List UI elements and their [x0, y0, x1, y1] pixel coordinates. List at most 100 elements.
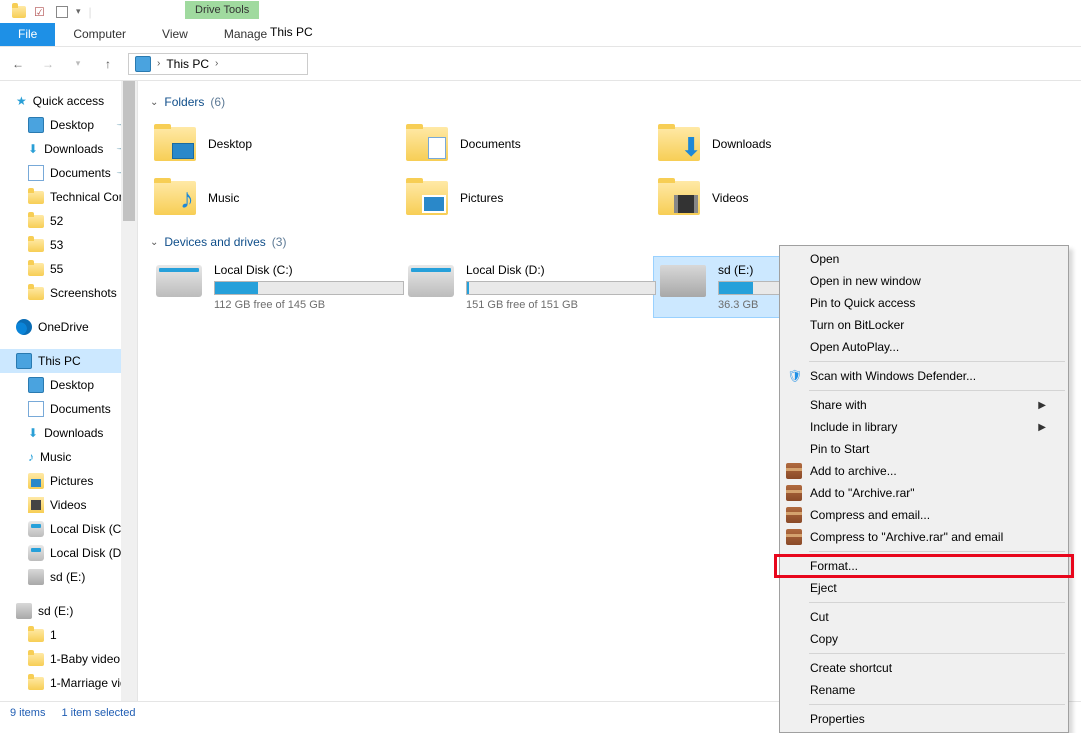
- qat-dropdown-icon[interactable]: ▾: [76, 6, 81, 17]
- sidebar-item[interactable]: Desktop: [0, 373, 137, 397]
- context-menu-item[interactable]: Open AutoPlay...: [782, 336, 1066, 358]
- folder-item[interactable]: ⬇ Downloads: [654, 117, 906, 171]
- context-menu-item[interactable]: Add to "Archive.rar": [782, 482, 1066, 504]
- folder-item[interactable]: Desktop: [150, 117, 402, 171]
- sidebar-item[interactable]: Technical Content 📌: [0, 185, 137, 209]
- sidebar-item[interactable]: Videos: [0, 493, 137, 517]
- section-folders[interactable]: ⌄ Folders (6): [150, 95, 1069, 109]
- this-pc-icon: [16, 353, 32, 369]
- sidebar-item[interactable]: sd (E:): [0, 565, 137, 589]
- sidebar-this-pc[interactable]: This PC: [0, 349, 137, 373]
- sidebar-item-label: Documents: [50, 166, 111, 180]
- drive-item[interactable]: Local Disk (C:) 112 GB free of 145 GB: [150, 257, 402, 317]
- tab-view[interactable]: View: [144, 23, 206, 46]
- context-menu-label: Format...: [810, 559, 858, 573]
- context-menu-label: Open: [810, 252, 839, 266]
- context-menu-item[interactable]: Open in new window: [782, 270, 1066, 292]
- chevron-down-icon: ⌄: [150, 97, 158, 108]
- context-menu-label: Include in library: [810, 420, 897, 434]
- context-menu-item[interactable]: Copy: [782, 628, 1066, 650]
- rar-icon: [786, 463, 802, 479]
- context-menu-item[interactable]: Compress to "Archive.rar" and email: [782, 526, 1066, 548]
- sidebar-item[interactable]: ⬇ Downloads 📌: [0, 137, 137, 161]
- context-menu-item[interactable]: Share with▶: [782, 394, 1066, 416]
- folder-item[interactable]: Videos: [654, 171, 906, 225]
- folder-item[interactable]: Documents: [402, 117, 654, 171]
- nav-forward-button[interactable]: →: [38, 54, 58, 74]
- sidebar-item[interactable]: 1: [0, 623, 137, 647]
- qat-properties-icon[interactable]: ☑: [34, 5, 48, 19]
- address-bar[interactable]: › This PC ›: [128, 53, 308, 75]
- context-menu-separator: [809, 653, 1065, 654]
- tab-file[interactable]: File: [0, 23, 55, 46]
- context-menu-item[interactable]: Open: [782, 248, 1066, 270]
- sidebar-item[interactable]: 55: [0, 257, 137, 281]
- sidebar-onedrive[interactable]: OneDrive: [0, 315, 137, 339]
- breadcrumb-this-pc[interactable]: This PC: [166, 57, 209, 71]
- context-menu-item[interactable]: Format...: [782, 555, 1066, 577]
- sidebar-item[interactable]: 52: [0, 209, 137, 233]
- sidebar-scrollbar[interactable]: [121, 81, 137, 701]
- folder-item[interactable]: Pictures: [402, 171, 654, 225]
- context-menu-item[interactable]: Add to archive...: [782, 460, 1066, 482]
- documents-icon: [28, 165, 44, 181]
- context-menu-separator: [809, 602, 1065, 603]
- folder-icon: [28, 191, 44, 204]
- documents-icon: [28, 401, 44, 417]
- context-menu-label: Create shortcut: [810, 661, 892, 675]
- context-menu-item[interactable]: 🛡Scan with Windows Defender...: [782, 365, 1066, 387]
- sidebar-item[interactable]: 53: [0, 233, 137, 257]
- sidebar-item-label: Downloads: [44, 426, 103, 440]
- nav-back-button[interactable]: ←: [8, 54, 28, 74]
- folder-label: Music: [208, 191, 239, 205]
- context-menu-label: Add to "Archive.rar": [810, 486, 915, 500]
- context-menu-item[interactable]: Include in library▶: [782, 416, 1066, 438]
- context-menu-item[interactable]: Properties: [782, 708, 1066, 730]
- sidebar-item-label: Downloads: [44, 142, 103, 156]
- sidebar-item[interactable]: Local Disk (D:): [0, 541, 137, 565]
- sidebar-item[interactable]: ♪ Music: [0, 445, 137, 469]
- sidebar-item[interactable]: ⬇ Downloads: [0, 421, 137, 445]
- qat-new-folder-icon[interactable]: [56, 6, 68, 18]
- sidebar-item[interactable]: Pictures: [0, 469, 137, 493]
- folder-label: Pictures: [460, 191, 503, 205]
- folder-label: Videos: [712, 191, 748, 205]
- tab-computer[interactable]: Computer: [55, 23, 144, 46]
- sidebar-item[interactable]: Local Disk (C:): [0, 517, 137, 541]
- chevron-right-icon[interactable]: ›: [157, 58, 160, 69]
- sidebar-item[interactable]: Documents 📌: [0, 161, 137, 185]
- folder-item[interactable]: ♪ Music: [150, 171, 402, 225]
- context-menu-item[interactable]: Eject: [782, 577, 1066, 599]
- context-menu-label: Compress and email...: [810, 508, 930, 522]
- disk-icon: [408, 265, 454, 297]
- sidebar-item[interactable]: 1-Baby video: [0, 647, 137, 671]
- sidebar-item[interactable]: 1-Marriage video: [0, 671, 137, 695]
- sidebar-item-label: Desktop: [50, 118, 94, 132]
- chevron-right-icon[interactable]: ›: [215, 58, 218, 69]
- sidebar-item[interactable]: Documents: [0, 397, 137, 421]
- context-menu-item[interactable]: Rename: [782, 679, 1066, 701]
- disk-icon: [28, 521, 44, 537]
- nav-up-button[interactable]: ↑: [98, 54, 118, 74]
- drive-name: Local Disk (C:): [214, 263, 404, 277]
- sidebar-removable[interactable]: sd (E:): [0, 599, 137, 623]
- context-menu-item[interactable]: Pin to Start: [782, 438, 1066, 460]
- sidebar-item-label: Music: [40, 450, 71, 464]
- sidebar-item[interactable]: Desktop 📌: [0, 113, 137, 137]
- context-menu-item[interactable]: Pin to Quick access: [782, 292, 1066, 314]
- context-menu-item[interactable]: Cut: [782, 606, 1066, 628]
- context-menu-label: Open AutoPlay...: [810, 340, 899, 354]
- this-pc-icon: [135, 56, 151, 72]
- context-menu-separator: [809, 551, 1065, 552]
- sidebar-quick-access[interactable]: ★ Quick access: [0, 89, 137, 113]
- context-menu-item[interactable]: Create shortcut: [782, 657, 1066, 679]
- drive-item[interactable]: Local Disk (D:) 151 GB free of 151 GB: [402, 257, 654, 317]
- nav-recent-dropdown[interactable]: ▾: [68, 54, 88, 74]
- sidebar-item[interactable]: Screenshots: [0, 281, 137, 305]
- context-menu-item[interactable]: Compress and email...: [782, 504, 1066, 526]
- context-menu-item[interactable]: Turn on BitLocker: [782, 314, 1066, 336]
- context-menu-label: Eject: [810, 581, 837, 595]
- sidebar-label: This PC: [38, 354, 81, 368]
- chevron-right-icon: ▶: [1038, 400, 1046, 411]
- folder-icon: [28, 653, 44, 666]
